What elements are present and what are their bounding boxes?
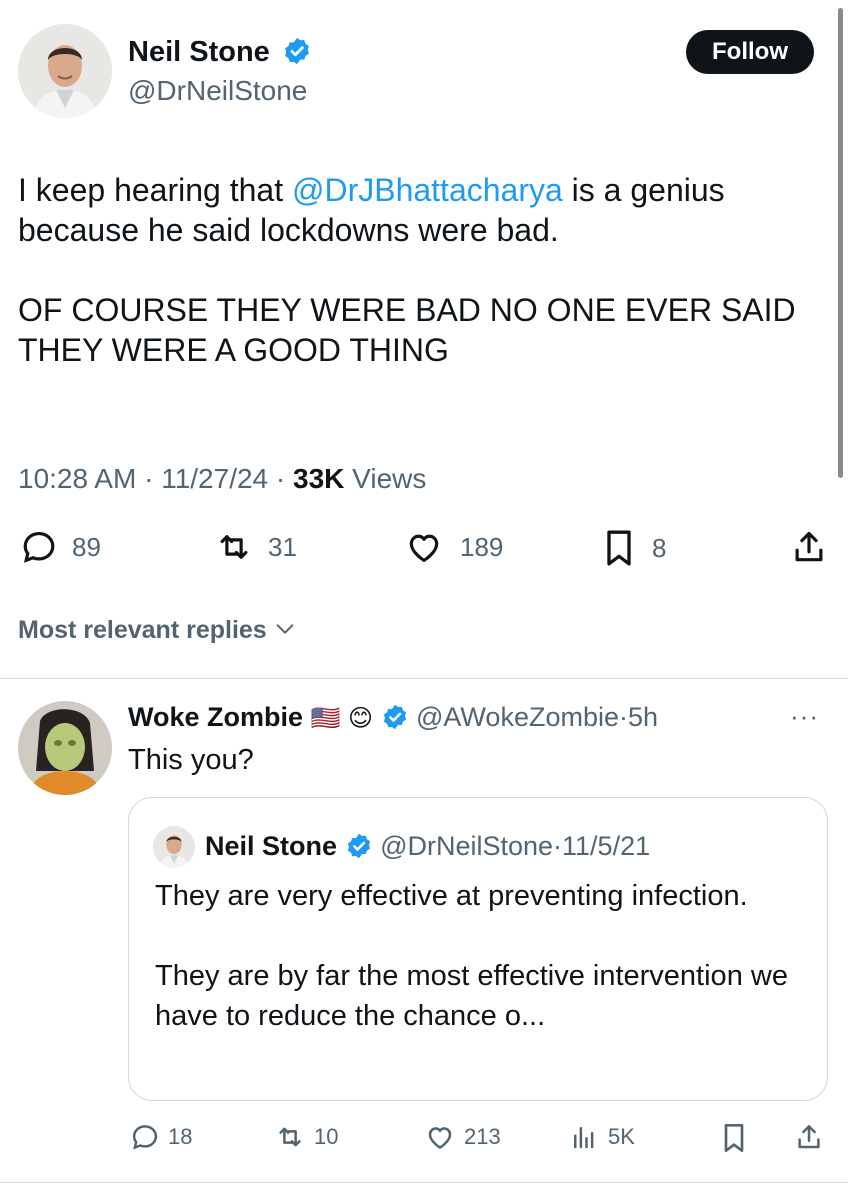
reply-button[interactable]: 89 <box>20 528 101 566</box>
reply-like-count: 213 <box>464 1124 501 1149</box>
reply-reply-button[interactable]: 18 <box>130 1122 192 1152</box>
share-button[interactable] <box>790 528 828 566</box>
reply-bookmark-button[interactable] <box>720 1122 748 1154</box>
bookmark-button[interactable]: 8 <box>602 528 666 568</box>
quoted-header: Neil Stone @DrNeilStone·11/5/21 <box>205 828 650 864</box>
views-chart-icon <box>574 1127 594 1149</box>
reply-time[interactable]: 5h <box>628 702 658 732</box>
smile-emoji: 😊 <box>347 705 373 732</box>
bookmark-icon <box>607 530 631 566</box>
quoted-date[interactable]: 11/5/21 <box>562 831 650 861</box>
quoted-paragraph-2: They are by far the most effective inter… <box>155 960 788 1032</box>
reply-views-button[interactable]: 5K <box>568 1122 635 1152</box>
reply-repost-button[interactable]: 10 <box>272 1122 338 1152</box>
verified-badge-icon <box>347 833 370 859</box>
replies-filter-dropdown[interactable]: Most relevant replies <box>18 614 296 646</box>
replies-filter-label: Most relevant replies <box>18 616 267 644</box>
reply-like-button[interactable]: 213 <box>424 1122 501 1152</box>
bookmark-count: 8 <box>652 532 667 563</box>
heart-icon <box>428 1127 452 1149</box>
reply-reply-count: 18 <box>168 1124 193 1149</box>
reply-share-button[interactable] <box>794 1122 824 1152</box>
quoted-paragraph-1: They are very effective at preventing in… <box>155 880 748 912</box>
separator: · <box>275 463 286 494</box>
quoted-text: They are very effective at preventing in… <box>155 876 805 1036</box>
reply-author-avatar[interactable] <box>18 701 112 795</box>
author-name-text[interactable]: Neil Stone <box>128 36 270 68</box>
separator: · <box>144 463 154 494</box>
reply-repost-count: 10 <box>314 1124 339 1149</box>
chevron-down-icon <box>276 624 294 635</box>
tweet-text-start: I keep hearing that <box>18 172 292 208</box>
reply-text: This you? <box>128 744 254 776</box>
tweet-meta: 10:28 AM · 11/27/24 · 33K Views <box>18 462 426 496</box>
repost-button[interactable]: 31 <box>214 528 297 566</box>
reply-count: 89 <box>72 531 101 562</box>
quoted-author-avatar[interactable] <box>153 826 195 868</box>
verified-badge-icon <box>383 704 406 730</box>
separator: · <box>619 702 628 732</box>
heart-icon <box>409 534 439 563</box>
like-count: 189 <box>460 531 504 562</box>
quoted-handle[interactable]: @DrNeilStone <box>380 831 553 861</box>
share-icon <box>795 531 823 562</box>
share-icon <box>798 1125 820 1149</box>
section-divider <box>0 678 848 679</box>
verified-badge-icon <box>285 38 309 65</box>
reply-icon <box>132 1125 158 1150</box>
tweet-paragraph-1: I keep hearing that @DrJBhattacharya is … <box>18 170 828 250</box>
quoted-author-name[interactable]: Neil Stone <box>205 831 337 861</box>
views-label: Views <box>352 463 427 494</box>
follow-button[interactable]: Follow <box>686 30 814 74</box>
tweet-paragraph-2: OF COURSE THEY WERE BAD NO ONE EVER SAID… <box>18 292 796 368</box>
more-options-icon[interactable]: ··· <box>790 698 819 734</box>
scrollbar[interactable] <box>838 8 843 478</box>
author-avatar[interactable] <box>18 24 112 118</box>
author-handle[interactable]: @DrNeilStone <box>128 74 307 108</box>
like-button[interactable]: 189 <box>404 528 503 566</box>
quoted-tweet[interactable]: Neil Stone @DrNeilStone·11/5/21 They are… <box>128 797 828 1101</box>
flag-emoji: 🇺🇸 <box>310 705 341 732</box>
repost-icon <box>279 1127 301 1147</box>
views-count: 33K <box>293 463 345 494</box>
bookmark-icon <box>724 1124 744 1152</box>
mention-link[interactable]: @DrJBhattacharya <box>292 172 563 208</box>
separator: · <box>553 831 563 861</box>
reply-views-count: 5K <box>608 1124 635 1149</box>
repost-icon <box>220 535 248 559</box>
tweet-time[interactable]: 10:28 AM <box>18 463 136 494</box>
repost-count: 31 <box>268 531 297 562</box>
reply-author-name[interactable]: Woke Zombie <box>128 702 303 732</box>
tweet-date[interactable]: 11/27/24 <box>161 463 268 494</box>
bottom-divider <box>0 1182 848 1183</box>
reply-handle[interactable]: @AWokeZombie <box>416 702 619 732</box>
author-name[interactable]: Neil Stone <box>128 34 312 70</box>
tweet-body: I keep hearing that @DrJBhattacharya is … <box>18 170 828 370</box>
reply-header: Woke Zombie 🇺🇸 😊 @AWokeZombie·5h <box>128 699 658 737</box>
reply-icon <box>23 531 55 563</box>
